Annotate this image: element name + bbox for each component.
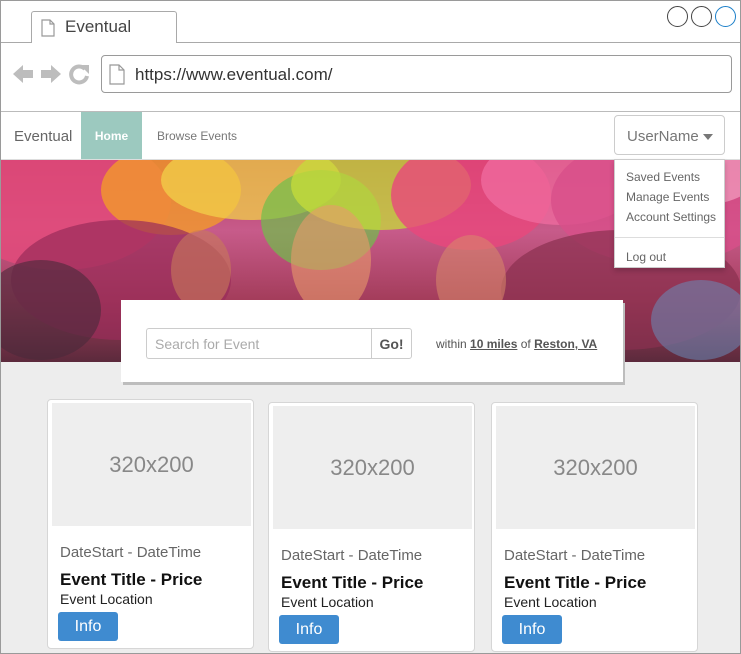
minimize-button[interactable] (667, 6, 688, 27)
menu-item-log-out[interactable]: Log out (626, 250, 666, 264)
forward-arrow-icon (41, 65, 61, 83)
browser-nav-buttons (11, 63, 91, 85)
menu-divider (615, 237, 724, 238)
event-location: Event Location (281, 594, 374, 610)
event-image-placeholder: 320x200 (273, 406, 472, 529)
menu-item-account-settings[interactable]: Account Settings (626, 210, 716, 224)
location-link[interactable]: Reston, VA (534, 337, 597, 351)
user-menu-button[interactable]: UserName (614, 115, 725, 155)
search-input[interactable] (146, 328, 374, 359)
event-card: 320x200 DateStart - DateTime Event Title… (47, 399, 254, 649)
page-icon (109, 64, 125, 85)
event-location: Event Location (60, 591, 153, 607)
window-controls (667, 6, 736, 27)
nav-browse-events[interactable]: Browse Events (157, 129, 237, 143)
event-title: Event Title - Price (504, 573, 647, 592)
event-location: Event Location (504, 594, 597, 610)
event-title: Event Title - Price (281, 573, 424, 592)
maximize-button[interactable] (691, 6, 712, 27)
distance-link[interactable]: 10 miles (470, 337, 517, 351)
username-label: UserName (627, 128, 699, 145)
tab-title: Eventual (65, 17, 132, 36)
event-image-placeholder: 320x200 (52, 403, 251, 526)
event-card: 320x200 DateStart - DateTime Event Title… (268, 402, 475, 652)
info-button[interactable]: Info (502, 615, 562, 644)
site-navbar: Eventual Home Browse Events UserName (1, 112, 740, 160)
info-button[interactable]: Info (58, 612, 118, 641)
reload-button[interactable] (67, 63, 91, 85)
brand-link[interactable]: Eventual (14, 128, 72, 145)
event-card: 320x200 DateStart - DateTime Event Title… (491, 402, 698, 652)
document-icon (41, 19, 55, 37)
within-label: within (436, 337, 467, 351)
search-radius-text: within 10 miles of Reston, VA (436, 337, 597, 351)
close-button[interactable] (715, 6, 736, 27)
browser-tab[interactable]: Eventual (31, 11, 177, 43)
back-arrow-icon (13, 65, 33, 83)
event-title: Event Title - Price (60, 570, 203, 589)
go-button[interactable]: Go! (371, 328, 412, 359)
event-image-placeholder: 320x200 (496, 406, 695, 529)
menu-item-manage-events[interactable]: Manage Events (626, 190, 709, 204)
search-panel: Go! within 10 miles of Reston, VA (121, 300, 623, 382)
info-button[interactable]: Info (279, 615, 339, 644)
menu-item-saved-events[interactable]: Saved Events (626, 170, 700, 184)
forward-button[interactable] (39, 63, 63, 85)
event-date: DateStart - DateTime (281, 547, 423, 564)
caret-down-icon (703, 134, 713, 140)
event-date: DateStart - DateTime (60, 544, 202, 561)
nav-home[interactable]: Home (81, 112, 142, 159)
back-button[interactable] (11, 63, 35, 85)
reload-icon (69, 64, 89, 85)
user-dropdown-menu: Saved Events Manage Events Account Setti… (614, 159, 725, 268)
address-bar[interactable]: https://www.eventual.com/ (101, 55, 732, 93)
url-text: https://www.eventual.com/ (135, 65, 333, 84)
of-label: of (520, 337, 531, 351)
browser-window: Eventual https://www.eventual.com/ Event… (0, 0, 741, 654)
event-date: DateStart - DateTime (504, 547, 646, 564)
